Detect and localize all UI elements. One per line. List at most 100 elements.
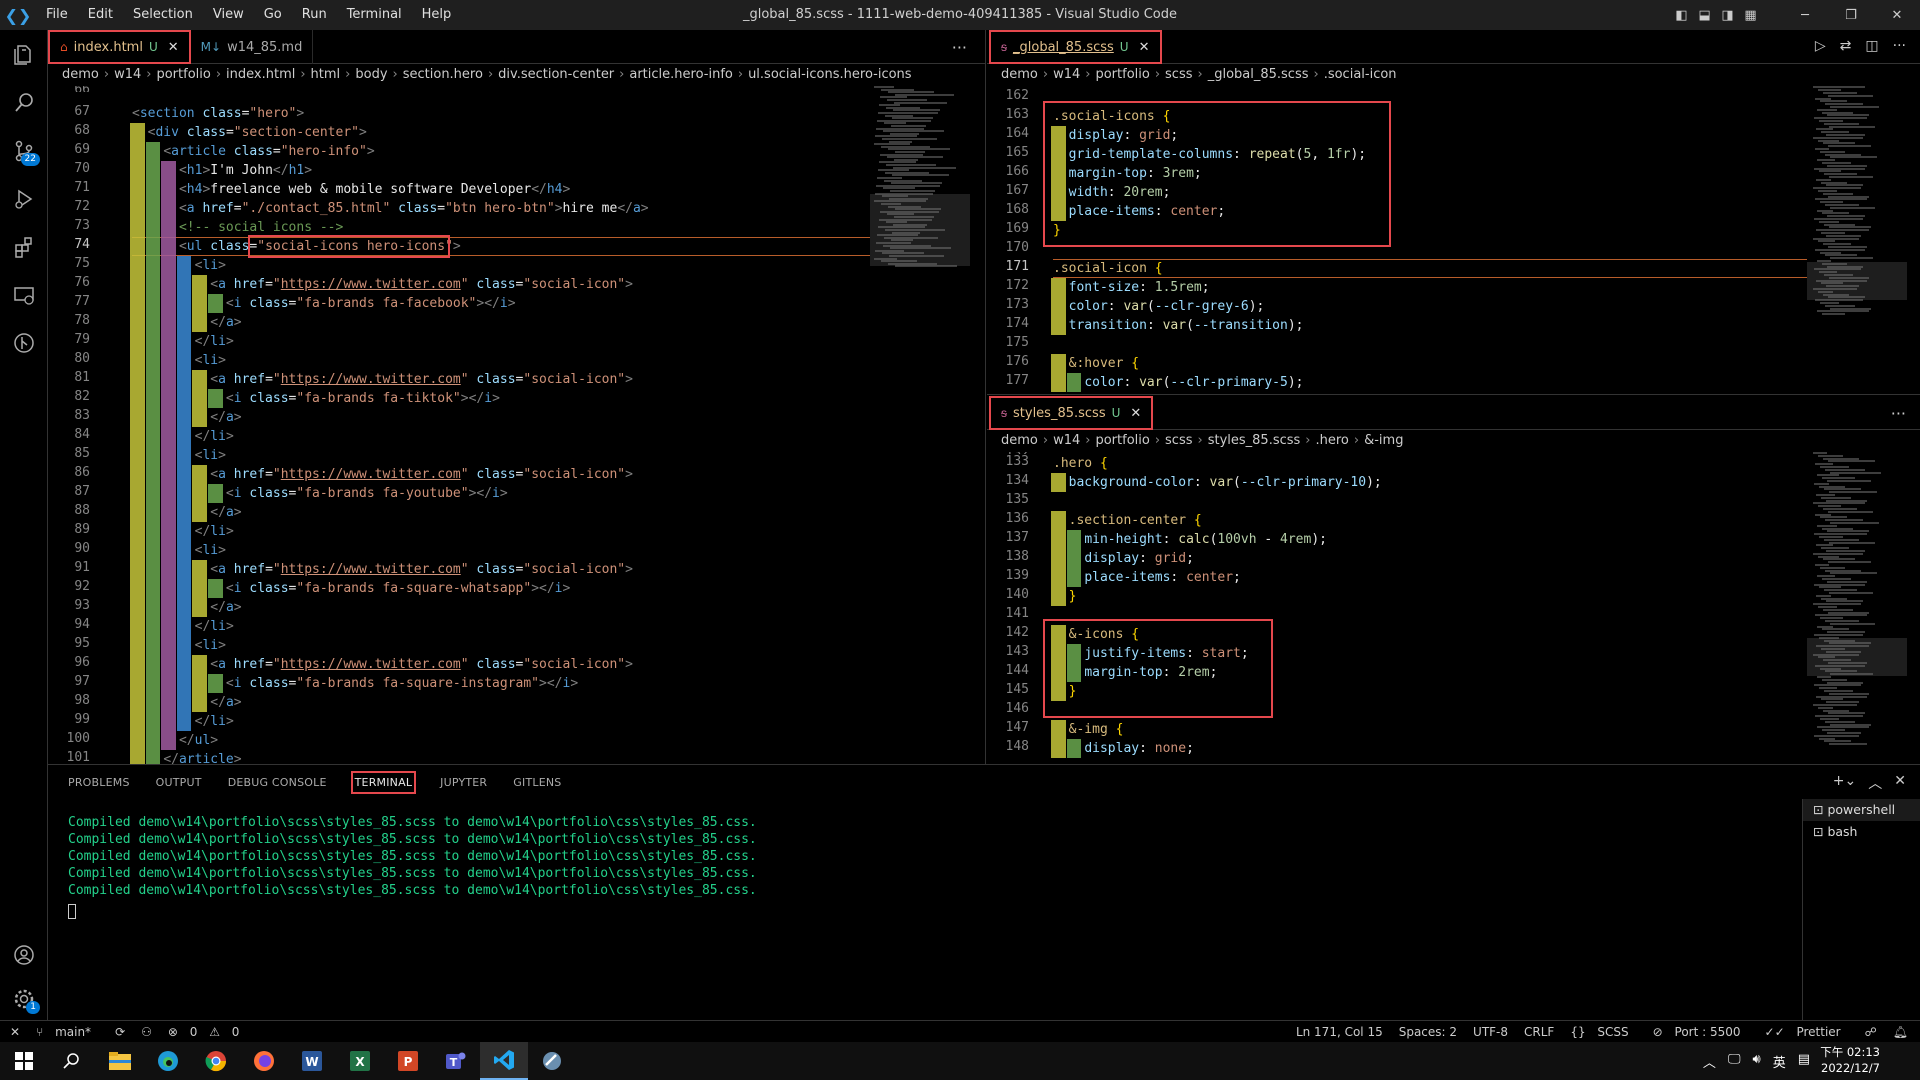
source-control-icon[interactable]: 22 <box>0 130 48 172</box>
customize-layout-icon[interactable]: ▦ <box>1739 8 1762 23</box>
breadcrumb-item[interactable]: &-img <box>1364 433 1403 448</box>
code-editor-index-html[interactable]: 67 <section class="hero"> 68 <div class="s… <box>48 86 986 764</box>
code-line[interactable]: <section class="hero"> <box>132 104 304 123</box>
breadcrumb-item[interactable]: demo <box>1001 433 1038 448</box>
breadcrumb-item[interactable]: scss <box>1165 67 1192 82</box>
accounts-icon[interactable] <box>0 934 48 976</box>
code-line[interactable]: <a href="https://www.twitter.com" class=… <box>132 655 633 674</box>
code-line[interactable]: display: none; <box>1053 739 1194 758</box>
restore-icon[interactable]: ❐ <box>1828 8 1874 23</box>
tab-debug-console[interactable]: DEBUG CONSOLE <box>226 772 329 793</box>
code-line[interactable]: <li> <box>132 541 226 560</box>
breadcrumb-item[interactable]: ul.social-icons.hero-icons <box>748 67 912 82</box>
code-line[interactable]: <article class="hero-info"> <box>132 142 374 161</box>
problems-indicator[interactable]: ⊗ 0 ⚠ 0 <box>168 1025 248 1039</box>
code-line[interactable]: min-height: calc(100vh - 4rem); <box>1053 530 1327 549</box>
minimap-viewport[interactable] <box>1807 638 1907 676</box>
code-line[interactable]: background-color: var(--clr-primary-10); <box>1053 473 1382 492</box>
firefox-icon[interactable] <box>240 1042 288 1080</box>
maximize-panel-icon[interactable]: ︿ <box>1868 773 1882 793</box>
breadcrumb-item[interactable]: w14 <box>1053 433 1080 448</box>
powerpoint-icon[interactable]: P <box>384 1042 432 1080</box>
compare-changes-icon[interactable]: ⇄ <box>1840 38 1852 54</box>
tab-index-html[interactable]: ⌂ index.html U ✕ <box>48 30 191 64</box>
ime-indicator[interactable]: 英 <box>1773 1052 1786 1071</box>
breadcrumb-item[interactable]: portfolio <box>1095 433 1149 448</box>
tab-terminal[interactable]: TERMINAL <box>350 770 417 794</box>
breadcrumb-item[interactable]: demo <box>62 67 99 82</box>
minimize-icon[interactable]: ─ <box>1782 8 1828 23</box>
breadcrumb-item[interactable]: .social-icon <box>1324 67 1397 82</box>
breadcrumb-item[interactable]: portfolio <box>1095 67 1149 82</box>
code-line[interactable]: </a> <box>132 503 241 522</box>
minimap-viewport[interactable] <box>1807 262 1907 300</box>
code-line[interactable]: <i class="fa-brands fa-square-instagram"… <box>132 674 578 693</box>
language-mode[interactable]: {} SCSS <box>1570 1025 1636 1039</box>
windows-start-icon[interactable] <box>0 1042 48 1080</box>
breadcrumb-item[interactable]: index.html <box>226 67 295 82</box>
breadcrumb-item[interactable]: w14 <box>114 67 141 82</box>
breadcrumb-item[interactable]: styles_85.scss <box>1208 433 1301 448</box>
menu-go[interactable]: Go <box>254 0 292 30</box>
volume-icon[interactable]: 🔊︎ <box>1752 1052 1760 1071</box>
code-line[interactable]: <div class="section-center"> <box>132 123 367 142</box>
tray-expand-icon[interactable]: ︿ <box>1703 1052 1716 1071</box>
code-line[interactable]: <h4>freelance web & mobile software Deve… <box>132 180 570 199</box>
branch-indicator[interactable]: ⑂ main* <box>36 1025 99 1039</box>
code-line[interactable]: font-size: 1.5rem; <box>1053 278 1210 297</box>
code-line[interactable]: <a href="./contact_85.html" class="btn h… <box>132 199 649 218</box>
code-line[interactable]: <h1>I'm John</h1> <box>132 161 312 180</box>
code-line[interactable]: <li> <box>132 351 226 370</box>
code-line[interactable]: <a href="https://www.twitter.com" class=… <box>132 560 633 579</box>
vscode-logo-icon[interactable]: ❮❯ <box>0 0 36 30</box>
code-line[interactable]: </ul> <box>132 731 218 750</box>
breadcrumb-item[interactable]: article.hero-info <box>629 67 732 82</box>
code-line[interactable]: </a> <box>132 693 241 712</box>
code-line[interactable]: </a> <box>132 313 241 332</box>
terminal-item-bash[interactable]: ⊡ bash <box>1803 821 1920 843</box>
tab-output[interactable]: OUTPUT <box>154 772 204 793</box>
toggle-primary-sidebar-icon[interactable]: ◧ <box>1670 8 1693 23</box>
gitlens-icon[interactable] <box>0 322 48 364</box>
code-line[interactable]: <li> <box>132 636 226 655</box>
breadcrumb-item[interactable]: body <box>355 67 387 82</box>
code-line[interactable]: &:hover { <box>1053 354 1139 373</box>
code-line[interactable]: <a href="https://www.twitter.com" class=… <box>132 275 633 294</box>
code-line[interactable]: <i class="fa-brands fa-tiktok"></i> <box>132 389 500 408</box>
extensions-icon[interactable] <box>0 226 48 268</box>
breadcrumb-item[interactable]: html <box>311 67 341 82</box>
menu-help[interactable]: Help <box>412 0 462 30</box>
breadcrumb-item[interactable]: w14 <box>1053 67 1080 82</box>
code-line[interactable]: <li> <box>132 256 226 275</box>
breadcrumb-item[interactable]: section.hero <box>403 67 483 82</box>
sync-icon[interactable]: ⟳ <box>115 1025 125 1039</box>
end-of-line[interactable]: CRLF <box>1524 1025 1554 1039</box>
code-line[interactable]: </a> <box>132 408 241 427</box>
tab-global-85-scss[interactable]: ᵴ _global_85.scss U ✕ <box>989 30 1162 64</box>
terminal-item-powershell[interactable]: ⊡ powershell <box>1803 799 1920 821</box>
code-line[interactable]: color: var(--clr-grey-6); <box>1053 297 1265 316</box>
menu-terminal[interactable]: Terminal <box>337 0 412 30</box>
network-icon[interactable]: 🖵︎ <box>1728 1052 1741 1071</box>
code-line[interactable]: .social-icon { <box>1053 259 1163 278</box>
tab-w14-md[interactable]: M↓ w14_85.md <box>191 30 314 64</box>
vscode-icon[interactable] <box>480 1042 528 1080</box>
code-line[interactable]: <i class="fa-brands fa-youtube"></i> <box>132 484 508 503</box>
teams-icon[interactable]: T <box>432 1042 480 1080</box>
tab-styles-85-scss[interactable]: ᵴ styles_85.scss U ✕ <box>989 396 1154 430</box>
explorer-icon[interactable] <box>0 34 48 76</box>
cursor-position[interactable]: Ln 171, Col 15 <box>1296 1025 1383 1039</box>
code-editor-styles-85-scss[interactable]: 132133.hero {134 background-color: var(-… <box>987 452 1920 764</box>
minimap[interactable] <box>1807 452 1907 752</box>
close-window-icon[interactable]: ✕ <box>1874 8 1920 23</box>
menu-view[interactable]: View <box>203 0 254 30</box>
input-method-icon[interactable]: ▤ <box>1798 1052 1810 1071</box>
excel-icon[interactable]: X <box>336 1042 384 1080</box>
minimap[interactable] <box>1807 86 1907 326</box>
git-graph-icon[interactable]: ⚇ <box>141 1025 152 1039</box>
code-line[interactable]: &-img { <box>1053 720 1124 739</box>
more-actions-icon[interactable]: ··· <box>952 38 967 57</box>
code-line[interactable]: </article> <box>132 750 241 764</box>
split-editor-icon[interactable]: ◫ <box>1865 38 1878 54</box>
code-line[interactable]: </li> <box>132 522 234 541</box>
